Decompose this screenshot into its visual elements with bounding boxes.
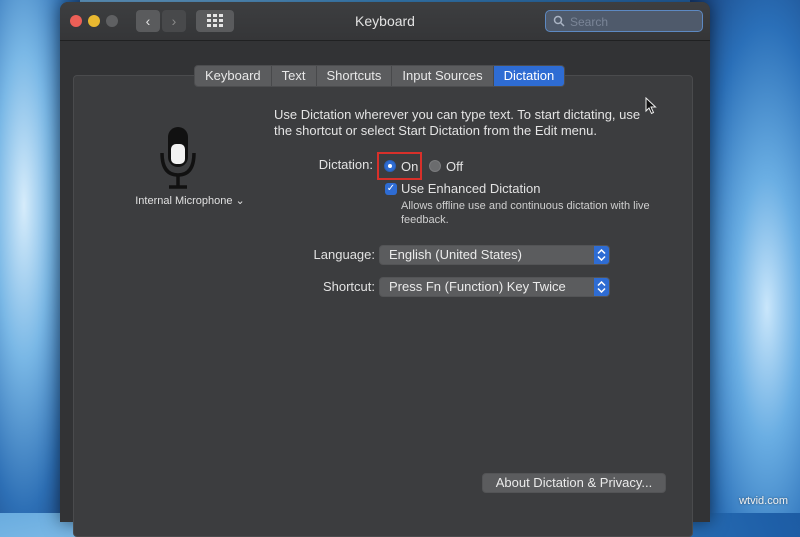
tab-keyboard[interactable]: Keyboard <box>195 66 272 86</box>
search-input[interactable] <box>568 13 700 31</box>
shortcut-label: Shortcut: <box>322 279 375 294</box>
microphone-source-selector[interactable]: Internal Microphone ⌄ <box>125 194 255 207</box>
dictation-label: Dictation: <box>318 157 373 172</box>
dictation-description: Use Dictation wherever you can type text… <box>274 107 641 138</box>
chevron-down-icon: ⌄ <box>235 195 245 207</box>
dictation-off-radio[interactable] <box>429 160 441 172</box>
about-dictation-privacy-button[interactable]: About Dictation & Privacy... <box>482 473 666 493</box>
enhanced-dictation-description: Allows offline use and continuous dictat… <box>401 200 650 226</box>
language-value: English (United States) <box>389 247 522 262</box>
dictation-on-radio[interactable] <box>384 160 396 172</box>
tab-text[interactable]: Text <box>272 66 317 86</box>
enhanced-dictation-checkbox[interactable]: ✓ <box>385 183 397 195</box>
language-popup[interactable]: English (United States) <box>379 245 610 265</box>
updown-arrows-icon <box>594 278 609 296</box>
mouse-cursor-icon <box>645 97 657 115</box>
search-icon <box>553 15 565 27</box>
tab-bar: Keyboard Text Shortcuts Input Sources Di… <box>194 65 566 87</box>
tab-dictation[interactable]: Dictation <box>493 66 565 86</box>
microphone-label: Internal Microphone <box>135 195 233 207</box>
checkmark-icon: ✓ <box>386 183 396 194</box>
microphone-icon <box>160 127 196 189</box>
shortcut-popup[interactable]: Press Fn (Function) Key Twice <box>379 277 610 297</box>
watermark: wtvid.com <box>739 495 788 507</box>
search-field[interactable] <box>545 10 703 32</box>
tab-shortcuts[interactable]: Shortcuts <box>317 66 393 86</box>
tab-input-sources[interactable]: Input Sources <box>392 66 494 86</box>
dictation-off-label: Off <box>446 159 464 174</box>
updown-arrows-icon <box>594 246 609 264</box>
enhanced-dictation-label: Use Enhanced Dictation <box>401 181 541 196</box>
title-bar: ‹ › Keyboard <box>60 2 710 41</box>
shortcut-value: Press Fn (Function) Key Twice <box>389 279 566 294</box>
dictation-on-label: On <box>401 159 419 174</box>
language-label: Language: <box>313 247 375 262</box>
keyboard-preferences-window: ‹ › Keyboard Keyboard Text Shortcuts Inp… <box>60 2 710 537</box>
